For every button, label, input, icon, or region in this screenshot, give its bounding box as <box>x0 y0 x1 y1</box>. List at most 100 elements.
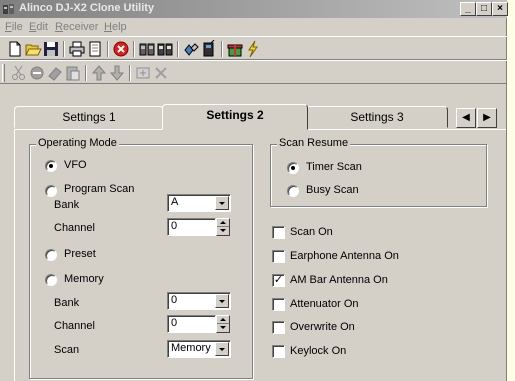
toolbar-grip[interactable] <box>2 64 5 82</box>
read-radio-icon[interactable] <box>138 40 156 58</box>
operating-mode-title: Operating Mode <box>36 137 119 149</box>
menu-file[interactable]: File <box>5 21 23 33</box>
checkmark-icon: ✓ <box>273 274 284 286</box>
memory-channel-field[interactable]: 0 <box>167 315 216 333</box>
keylock-label: Keylock On <box>290 345 347 357</box>
memory-bank-select[interactable]: 0 <box>167 292 231 310</box>
earphone-antenna-label: Earphone Antenna On <box>290 250 399 262</box>
spin-up-icon[interactable] <box>217 316 229 324</box>
channel-value: 0 <box>171 220 178 232</box>
chevron-down-icon[interactable] <box>215 294 229 308</box>
close-button[interactable]: × <box>492 2 508 16</box>
menu-help[interactable]: Help <box>104 21 127 33</box>
toolbar-separator <box>85 65 87 81</box>
radio-icon[interactable] <box>200 40 218 58</box>
earphone-antenna-checkbox[interactable] <box>272 250 285 263</box>
memory-radio[interactable] <box>45 274 57 286</box>
channel-label: Channel <box>54 222 95 234</box>
bank-select[interactable]: A <box>167 194 231 212</box>
preset-label: Preset <box>64 248 96 260</box>
menu-help-label: elp <box>111 21 127 33</box>
app-icon <box>3 4 14 14</box>
bank-label: Bank <box>54 199 80 211</box>
tab-scroll-right-button[interactable]: ▶ <box>477 108 497 128</box>
toolbar-separator <box>177 41 179 57</box>
menu-bar: File Edit Receiver Help <box>0 18 507 36</box>
toolbar-separator <box>129 65 131 81</box>
timer-scan-radio[interactable] <box>287 162 299 174</box>
spin-up-icon[interactable] <box>217 219 229 227</box>
preset-radio[interactable] <box>45 249 57 261</box>
toolbar-separator <box>221 41 223 57</box>
open-icon[interactable] <box>24 40 42 58</box>
gift-icon[interactable] <box>226 40 244 58</box>
menu-receiver-label: eceiver <box>62 21 99 33</box>
vfo-label: VFO <box>64 159 87 171</box>
arrow-right-icon: ▶ <box>483 112 491 123</box>
menu-receiver[interactable]: Receiver <box>55 21 98 33</box>
scan-resume-group: Scan Resume <box>270 137 487 207</box>
overwrite-checkbox[interactable] <box>272 321 285 334</box>
menu-file-label: ile <box>11 21 23 33</box>
spin-down-icon[interactable] <box>217 324 229 332</box>
tab-settings-2[interactable]: Settings 2 <box>162 104 308 130</box>
busy-scan-radio[interactable] <box>287 185 299 197</box>
tab-settings-1[interactable]: Settings 1 <box>14 106 164 128</box>
move-up-icon[interactable] <box>90 64 108 82</box>
spin-down-icon[interactable] <box>217 227 229 235</box>
write-radio-icon[interactable] <box>156 40 174 58</box>
memory-bank-label: Bank <box>54 297 80 309</box>
keylock-checkbox[interactable] <box>272 345 285 358</box>
memory-label: Memory <box>64 273 104 285</box>
channel-field[interactable]: 0 <box>167 218 216 236</box>
channel-spinner[interactable] <box>216 218 230 236</box>
eraser-icon[interactable] <box>46 64 64 82</box>
copy-page-icon[interactable] <box>86 40 104 58</box>
vfo-radio[interactable] <box>45 160 57 172</box>
memory-bank-value: 0 <box>171 294 178 306</box>
scan-on-label: Scan On <box>290 226 333 238</box>
program-scan-label: Program Scan <box>64 183 135 195</box>
attenuator-checkbox[interactable] <box>272 298 285 311</box>
menu-receiver-hotkey: R <box>55 21 63 33</box>
chevron-down-icon[interactable] <box>215 196 229 210</box>
paste-icon[interactable] <box>64 64 82 82</box>
scan-label: Scan <box>54 344 80 356</box>
maximize-button[interactable]: □ <box>476 2 492 16</box>
save-icon[interactable] <box>42 40 60 58</box>
scan-on-checkbox[interactable] <box>272 226 285 239</box>
menu-edit-label: dit <box>36 21 48 33</box>
print-icon[interactable] <box>68 40 86 58</box>
scan-select[interactable]: Memory <box>167 340 231 358</box>
new-icon[interactable] <box>6 40 24 58</box>
toolbar-separator <box>63 41 65 57</box>
minimize-button[interactable]: _ <box>460 2 476 16</box>
menu-help-hotkey: H <box>104 21 112 33</box>
program-scan-radio[interactable] <box>45 185 57 197</box>
overwrite-label: Overwrite On <box>290 321 355 333</box>
link-icon[interactable] <box>182 40 200 58</box>
chevron-down-icon[interactable] <box>215 342 229 356</box>
tab-settings-3[interactable]: Settings 3 <box>306 106 448 128</box>
lightning-icon[interactable] <box>244 40 262 58</box>
memory-channel-spinner[interactable] <box>216 315 230 333</box>
busy-scan-label: Busy Scan <box>306 184 359 196</box>
stop-icon[interactable] <box>112 40 130 58</box>
insert-icon[interactable] <box>134 64 152 82</box>
title-bar[interactable]: Alinco DJ-X2 Clone Utility _ □ × <box>0 0 508 18</box>
tab-settings-3-label: Settings 3 <box>350 110 404 124</box>
timer-scan-label: Timer Scan <box>306 161 362 173</box>
scan-select-value: Memory <box>171 342 211 354</box>
memory-channel-value: 0 <box>171 317 178 329</box>
main-toolbar <box>0 36 507 60</box>
bank-select-value: A <box>171 196 179 208</box>
delete-icon[interactable] <box>152 64 170 82</box>
erase-icon[interactable] <box>28 64 46 82</box>
menu-edit[interactable]: Edit <box>29 21 48 33</box>
move-down-icon[interactable] <box>108 64 126 82</box>
tab-scroll-left-button[interactable]: ◀ <box>456 108 476 128</box>
scan-resume-title: Scan Resume <box>277 137 351 149</box>
cut-icon[interactable] <box>10 64 28 82</box>
arrow-left-icon: ◀ <box>462 112 470 123</box>
am-bar-antenna-checkbox[interactable]: ✓ <box>272 274 285 287</box>
